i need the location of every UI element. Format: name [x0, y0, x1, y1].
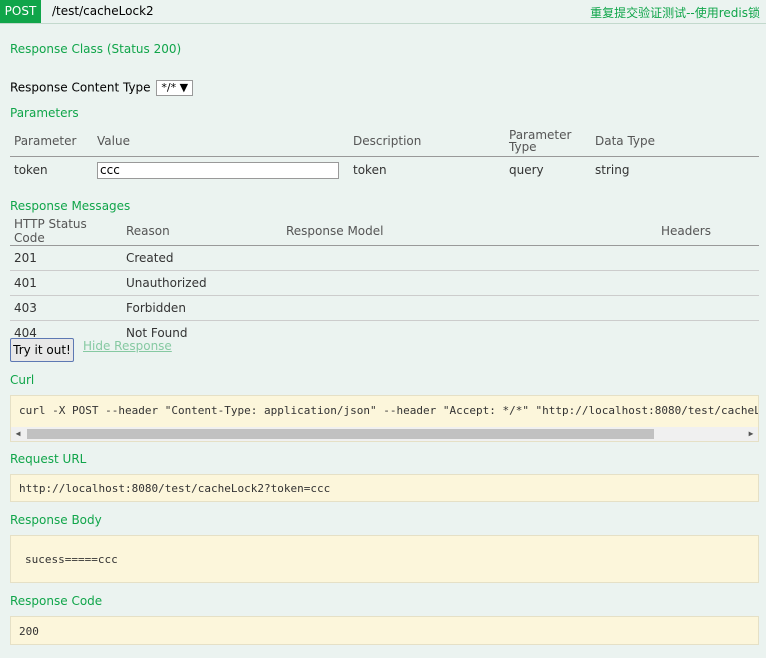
- endpoint-summary[interactable]: 重复提交验证测试--使用redis锁: [590, 0, 760, 26]
- headers-cell: [657, 296, 759, 321]
- col-parameter-type: Parameter Type: [509, 127, 572, 154]
- col-response-model: Response Model: [286, 224, 384, 238]
- response-code-block: 200: [10, 616, 759, 645]
- response-body-title: Response Body: [10, 513, 102, 527]
- request-url-title: Request URL: [10, 452, 87, 466]
- endpoint-path[interactable]: /test/cacheLock2: [52, 0, 154, 23]
- headers-cell: [657, 271, 759, 296]
- col-parameter: Parameter: [14, 133, 77, 148]
- col-headers: Headers: [661, 224, 711, 238]
- response-body-block: sucess=====ccc: [10, 535, 759, 583]
- response-messages-table: HTTP Status Code Reason Response Model H…: [10, 217, 759, 346]
- param-type: query: [509, 163, 544, 178]
- col-description: Description: [353, 133, 422, 148]
- param-description: token: [353, 163, 387, 178]
- try-it-out-button[interactable]: Try it out!: [10, 338, 74, 362]
- col-status-code: HTTP Status Code: [14, 217, 87, 245]
- parameters-title: Parameters: [10, 106, 79, 120]
- headers-cell: [657, 321, 759, 346]
- table-row: 403 Forbidden: [10, 296, 759, 321]
- status-code: 403: [14, 301, 37, 315]
- scrollbar-thumb[interactable]: [27, 429, 654, 439]
- status-reason: Created: [126, 251, 174, 265]
- response-model-cell: [282, 296, 657, 321]
- operation-header[interactable]: POST /test/cacheLock2 重复提交验证测试--使用redis锁: [0, 0, 766, 24]
- response-model-cell: [282, 321, 657, 346]
- param-data-type: string: [595, 163, 630, 178]
- scroll-left-icon[interactable]: ◀: [11, 427, 25, 441]
- response-messages-title: Response Messages: [10, 199, 131, 213]
- http-method-badge: POST: [0, 0, 41, 23]
- response-model-cell: [282, 246, 657, 271]
- col-data-type: Data Type: [595, 133, 656, 148]
- param-name: token: [14, 163, 48, 178]
- status-reason: Forbidden: [126, 301, 186, 315]
- col-value: Value: [97, 133, 130, 148]
- content-type-select[interactable]: */* ▼: [156, 80, 194, 96]
- col-reason: Reason: [126, 224, 170, 238]
- curl-title: Curl: [10, 373, 35, 387]
- parameters-table: Parameter Value Description Parameter Ty…: [10, 126, 759, 184]
- status-code: 401: [14, 276, 37, 290]
- horizontal-scrollbar[interactable]: ◀ ▶: [11, 427, 758, 441]
- status-reason: Unauthorized: [126, 276, 207, 290]
- headers-cell: [657, 246, 759, 271]
- table-row: 201 Created: [10, 246, 759, 271]
- curl-command: curl -X POST --header "Content-Type: app…: [19, 404, 758, 417]
- table-row: 401 Unauthorized: [10, 271, 759, 296]
- hide-response-link[interactable]: Hide Response: [83, 339, 172, 353]
- table-row: token ccc token query string: [10, 156, 759, 184]
- token-input[interactable]: ccc: [97, 161, 339, 179]
- param-value-cell: ccc: [93, 156, 349, 184]
- content-type-label: Response Content Type: [10, 80, 151, 95]
- status-code: 201: [14, 251, 37, 265]
- response-code-title: Response Code: [10, 594, 103, 608]
- scroll-right-icon[interactable]: ▶: [744, 427, 758, 441]
- request-url-block: http://localhost:8080/test/cacheLock2?to…: [10, 474, 759, 502]
- response-content-type: Response Content Type */* ▼: [10, 80, 194, 96]
- chevron-down-icon: ▼: [179, 81, 189, 94]
- response-model-cell: [282, 271, 657, 296]
- response-class-title: Response Class (Status 200): [10, 42, 182, 56]
- curl-block: curl -X POST --header "Content-Type: app…: [10, 395, 759, 442]
- content-type-value: */*: [161, 81, 177, 94]
